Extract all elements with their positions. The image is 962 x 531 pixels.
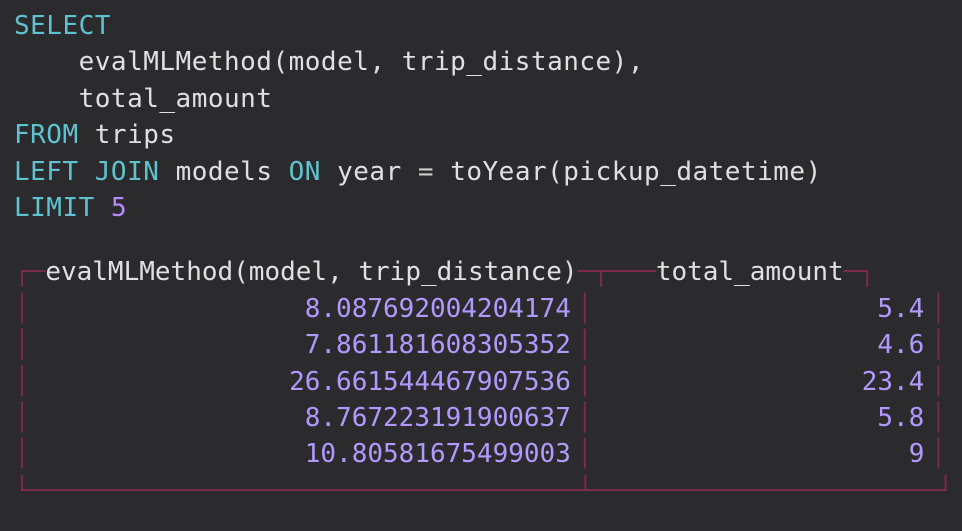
cell-value: 10.80581675499003 [30, 436, 577, 472]
eq-op: = [418, 157, 434, 187]
on-left: year [337, 157, 402, 187]
sql-query: SELECT evalMLMethod(model, trip_distance… [14, 8, 948, 226]
table-row: │10.80581675499003│9│ [14, 436, 946, 472]
box-corner: ┌─ [14, 254, 45, 290]
box-vertical: │ [14, 436, 30, 472]
cell-value: 9 [593, 436, 931, 472]
cell-value: 8.087692004204174 [30, 291, 577, 327]
kw-join: JOIN [95, 157, 160, 187]
cell-value: 5.4 [593, 291, 931, 327]
kw-limit: LIMIT [14, 193, 95, 223]
box-vertical: │ [930, 364, 946, 400]
kw-from: FROM [14, 120, 79, 150]
on-right: toYear(pickup_datetime) [450, 157, 822, 187]
box-vertical: │ [930, 327, 946, 363]
box-vertical: │ [577, 436, 593, 472]
table-name-2: models [176, 157, 273, 187]
select-expr-1: evalMLMethod(model, trip_distance), [79, 47, 644, 77]
kw-select: SELECT [14, 11, 111, 41]
limit-value: 5 [111, 193, 127, 223]
table-row: │8.087692004204174│5.4│ [14, 291, 946, 327]
box-vertical: │ [577, 291, 593, 327]
cell-value: 4.6 [593, 327, 931, 363]
box-t: ─┬─── [578, 254, 656, 290]
table-row: │8.767223191900637│5.8│ [14, 400, 946, 436]
col-header-1: evalMLMethod(model, trip_distance) [45, 254, 577, 290]
box-vertical: │ [577, 400, 593, 436]
table-name-1: trips [95, 120, 176, 150]
cell-value: 26.661544467907536 [30, 364, 577, 400]
box-vertical: │ [930, 400, 946, 436]
col-header-2: total_amount [656, 254, 844, 290]
result-table: ┌─evalMLMethod(model, trip_distance)─┬──… [14, 254, 946, 509]
box-vertical: │ [14, 291, 30, 327]
box-vertical: │ [14, 400, 30, 436]
box-vertical: │ [577, 364, 593, 400]
kw-on: ON [289, 157, 321, 187]
cell-value: 8.767223191900637 [30, 400, 577, 436]
cell-value: 23.4 [593, 364, 931, 400]
kw-left: LEFT [14, 157, 79, 187]
box-corner: ─┐ [844, 254, 875, 290]
box-vertical: │ [14, 327, 30, 363]
table-row: │7.861181608305352│4.6│ [14, 327, 946, 363]
cell-value: 7.861181608305352 [30, 327, 577, 363]
box-vertical: │ [14, 364, 30, 400]
cell-value: 5.8 [593, 400, 931, 436]
box-vertical: │ [930, 436, 946, 472]
box-vertical: │ [577, 327, 593, 363]
select-expr-2: total_amount [79, 84, 273, 114]
box-vertical: │ [930, 291, 946, 327]
table-footer-border: └───────────────────────────────────┴───… [14, 473, 946, 509]
table-header-border: ┌─evalMLMethod(model, trip_distance)─┬──… [14, 254, 946, 290]
table-row: │26.661544467907536│23.4│ [14, 364, 946, 400]
